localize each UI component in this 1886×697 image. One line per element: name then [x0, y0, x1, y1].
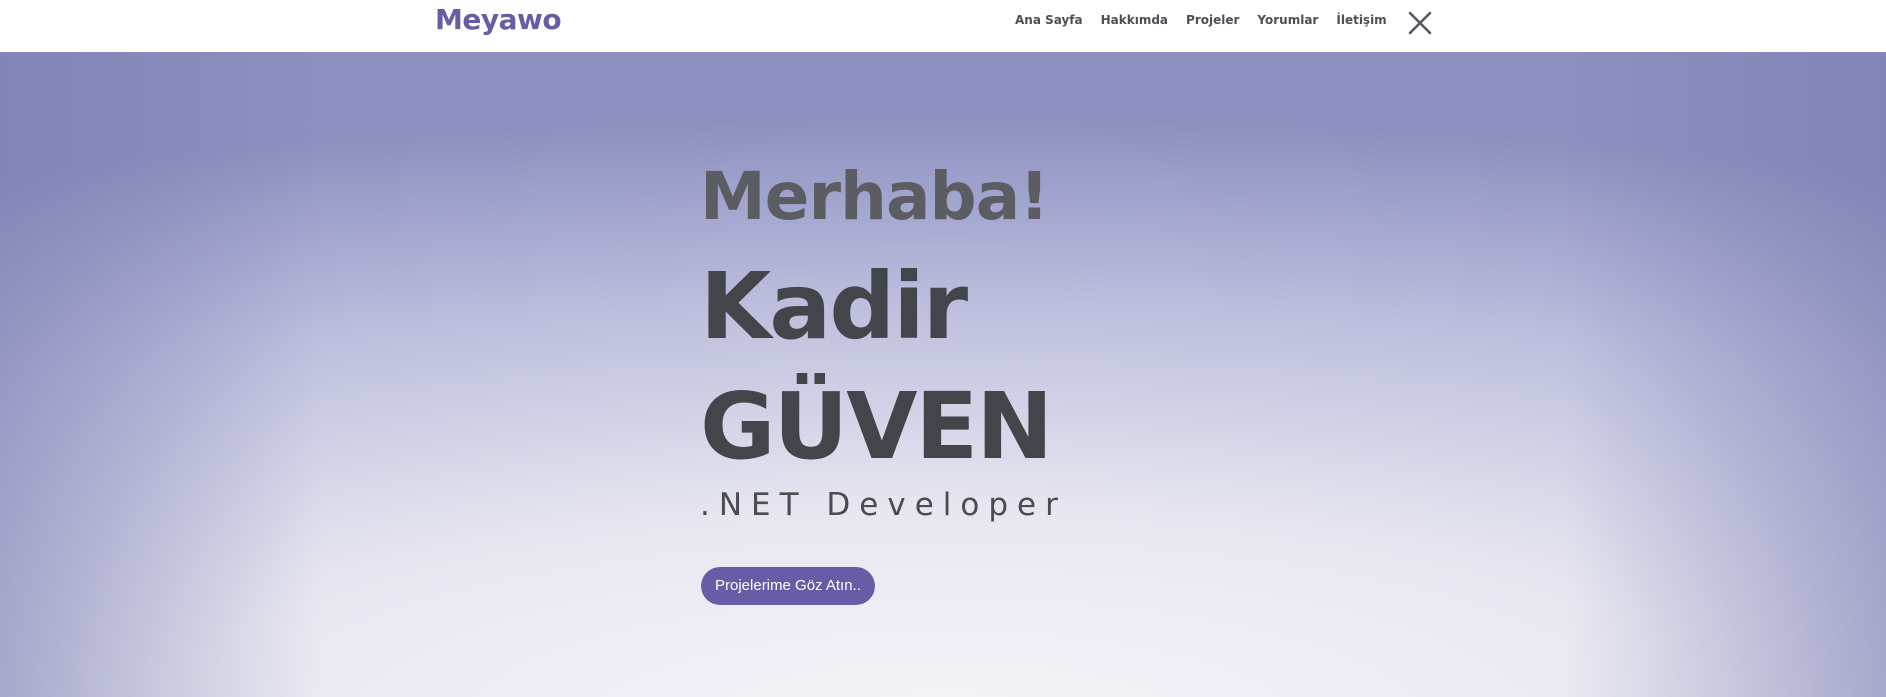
nav-item-ana-sayfa[interactable]: Ana Sayfa: [1015, 11, 1092, 29]
hero-section: Merhaba! Kadir GÜVEN .NET Developer Proj…: [0, 52, 1886, 697]
view-projects-button[interactable]: Projelerime Göz Atın..: [701, 567, 875, 605]
site-header: Meyawo Ana Sayfa Hakkımda Projeler Yorum…: [0, 0, 1886, 52]
close-icon: [1408, 11, 1432, 35]
site-logo[interactable]: Meyawo: [435, 0, 562, 40]
nav-item-projeler[interactable]: Projeler: [1177, 11, 1248, 29]
close-button[interactable]: [1407, 10, 1433, 36]
hero-role: .NET Developer: [700, 487, 1067, 523]
nav-item-iletisim[interactable]: İletişim: [1327, 11, 1395, 29]
nav-item-yorumlar[interactable]: Yorumlar: [1248, 11, 1327, 29]
hero-name-last: GÜVEN: [700, 373, 1053, 480]
hero-name-first: Kadir: [700, 253, 968, 360]
nav-item-hakkimda[interactable]: Hakkımda: [1092, 11, 1177, 29]
hero-greeting: Merhaba!: [700, 158, 1049, 235]
main-nav: Ana Sayfa Hakkımda Projeler Yorumlar İle…: [1015, 11, 1396, 29]
